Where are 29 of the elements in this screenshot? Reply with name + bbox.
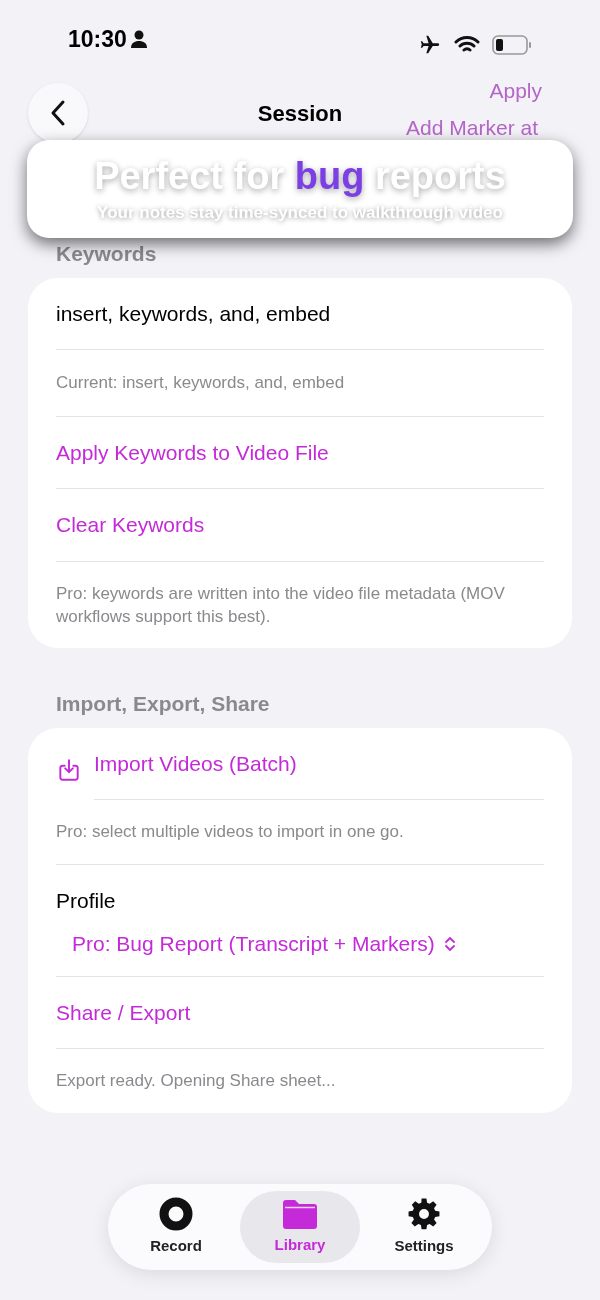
- back-button[interactable]: [28, 83, 88, 143]
- tab-item[interactable]: Library: [240, 1191, 360, 1263]
- footnote-text: Pro: select multiple videos to import in one go.: [56, 821, 405, 844]
- section-header: Import, Export, Share: [55, 691, 271, 718]
- battery-icon: [492, 35, 532, 55]
- action-link[interactable]: Apply Keywords to Video File: [56, 436, 329, 468]
- footnote-text: Pro: keywords are written into the video file metadata (MOV workflows support this best).: [56, 582, 506, 628]
- profile-picker[interactable]: Pro: Bug Report (Transcript + Markers): [72, 928, 457, 960]
- folder-icon: [281, 1197, 319, 1230]
- back-icon: [50, 99, 66, 127]
- faded-background-text: Add Marker at: [406, 115, 538, 141]
- settings-icon: [407, 1196, 441, 1231]
- faded-background-text: Apply: [489, 78, 542, 104]
- footnote-text: Export ready. Opening Share sheet...: [56, 1070, 337, 1093]
- keywords-field[interactable]: insert, keywords, and, embed: [56, 297, 544, 329]
- import-icon: [56, 757, 82, 783]
- tab-item[interactable]: Record: [116, 1191, 236, 1263]
- tab-item[interactable]: Settings: [364, 1191, 484, 1263]
- action-link[interactable]: Clear Keywords: [56, 509, 205, 541]
- action-link[interactable]: Share / Export: [56, 996, 191, 1029]
- current-keywords-text: Current: insert, keywords, and, embed: [56, 373, 345, 392]
- nav-title: Session: [257, 99, 343, 128]
- profile-label: Profile: [56, 887, 117, 914]
- person-icon: [130, 29, 147, 48]
- status-time: 10:30: [68, 24, 127, 54]
- import-videos-button[interactable]: Import Videos (Batch): [94, 747, 297, 780]
- record-icon: [159, 1196, 193, 1231]
- section-header: Keywords: [55, 241, 158, 267]
- airplane-icon: [418, 34, 442, 56]
